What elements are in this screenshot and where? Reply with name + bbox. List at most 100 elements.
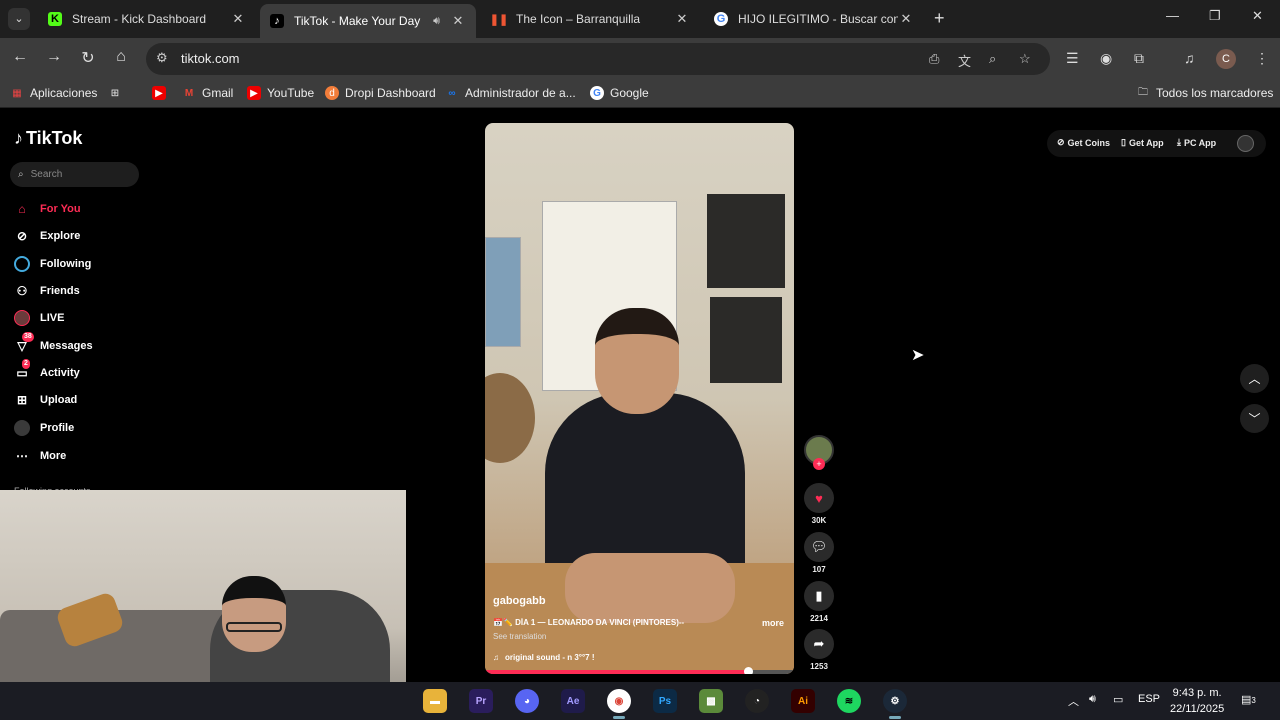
tiktok-logo[interactable]: ♪ TikTok — [14, 128, 82, 149]
speaker-icon[interactable]: 🔊︎ — [433, 15, 440, 28]
caption-more-button[interactable]: more — [762, 618, 784, 628]
nav-explore[interactable]: ⊘ Explore — [14, 228, 80, 244]
nav-messages[interactable]: ▽ 38 Messages — [14, 332, 93, 354]
heart-icon[interactable]: ♥ — [804, 483, 834, 513]
get-coins-button[interactable]: ⊘ Get Coins — [1057, 137, 1110, 148]
network-icon[interactable]: ▭ — [1113, 693, 1123, 706]
translate-icon[interactable]: 文 — [958, 51, 971, 70]
address-bar[interactable]: ⚙ tiktok.com ⎙ 文 ⌕ ☆ — [146, 43, 1050, 75]
tab-search-button[interactable]: ⌄ — [8, 8, 30, 30]
bookmark-star-icon[interactable]: ☆ — [1019, 51, 1031, 67]
like-action[interactable]: ♥ 30K — [804, 483, 834, 525]
tiktok-note-icon: ♪ — [14, 128, 23, 148]
home-icon[interactable]: ⌂ — [110, 48, 132, 66]
next-video-button[interactable]: ﹀ — [1240, 404, 1269, 433]
tab-the-icon[interactable]: ❚❚ The Icon – Barranquilla ✕ — [482, 4, 700, 34]
video-caption: 📅✏️ DÍA 1 — LEONARDO DA VINCI (PINTORES)… — [493, 618, 685, 627]
video-username[interactable]: gabogabb — [493, 595, 546, 607]
nav-friends[interactable]: ⚇ Friends — [14, 283, 80, 299]
follow-plus-icon[interactable]: + — [813, 458, 825, 470]
new-tab-button[interactable]: + — [934, 8, 945, 29]
zoom-icon[interactable]: ⌕ — [989, 51, 996, 67]
nav-live[interactable]: LIVE — [14, 310, 64, 326]
menu-dots-icon[interactable]: ⋮ — [1255, 50, 1269, 67]
share-icon[interactable]: ➦ — [804, 629, 834, 659]
tray-chevron-icon[interactable]: ︿ — [1068, 693, 1079, 709]
steam-icon[interactable]: ⚙ — [883, 689, 907, 719]
nav-upload[interactable]: ⊞ Upload — [14, 392, 77, 408]
nav-for-you[interactable]: ⌂ For You — [14, 201, 80, 217]
obs-icon[interactable]: ◔ — [745, 689, 769, 713]
bookmark-google[interactable]: G Google — [590, 86, 649, 100]
nav-more[interactable]: ⋯ More — [14, 448, 66, 464]
video-sound[interactable]: ♫ original sound - n 3°°7 ! — [493, 653, 595, 662]
previous-video-button[interactable]: ︿ — [1240, 364, 1269, 393]
minimize-icon[interactable]: — — [1166, 8, 1179, 23]
save-count: 2214 — [810, 614, 828, 623]
close-tab-icon[interactable]: ✕ — [898, 11, 914, 27]
bookmark-youtube[interactable]: ▶ YouTube — [247, 86, 314, 100]
minecraft-icon[interactable]: ▩ — [699, 689, 723, 713]
see-translation-link[interactable]: See translation — [493, 632, 546, 641]
search-icon: ⌕ — [18, 169, 24, 180]
pc-app-button[interactable]: ⤓ PC App — [1177, 137, 1216, 148]
comment-icon[interactable]: 💬︎ — [804, 532, 834, 562]
close-tab-icon[interactable]: ✕ — [450, 13, 466, 29]
forward-icon[interactable]: → — [43, 48, 65, 66]
comment-action[interactable]: 💬︎ 107 — [804, 532, 834, 574]
tab-google-search[interactable]: G HIJO ILEGITIMO - Buscar con G ✕ — [704, 4, 924, 34]
nav-label: Messages — [40, 340, 93, 352]
profile-icon — [14, 420, 30, 436]
video-progress-bar[interactable] — [485, 667, 794, 674]
get-app-button[interactable]: ▯ Get App — [1121, 137, 1164, 148]
tab-kick[interactable]: K Stream - Kick Dashboard ✕ — [38, 4, 256, 34]
reload-icon[interactable]: ↻ — [77, 48, 99, 68]
volume-icon[interactable]: 🔊︎ — [1089, 693, 1096, 706]
install-app-icon[interactable]: ⎙ — [929, 51, 939, 67]
close-tab-icon[interactable]: ✕ — [230, 11, 246, 27]
notifications-icon[interactable]: ▤3 — [1241, 693, 1256, 706]
site-info-icon[interactable]: ⚙ — [156, 50, 168, 66]
restore-icon[interactable]: ❐ — [1209, 8, 1221, 24]
language-indicator[interactable]: ESP — [1138, 693, 1160, 705]
bookmark-apps[interactable]: ▦ Aplicaciones — [10, 86, 97, 100]
nav-activity[interactable]: ▭ 2 Activity — [14, 359, 80, 381]
nav-following[interactable]: Following — [14, 256, 91, 272]
extensions-puzzle-icon[interactable]: ⧉ — [1134, 50, 1144, 67]
nav-profile[interactable]: Profile — [14, 420, 74, 436]
profile-avatar[interactable]: C — [1216, 49, 1236, 69]
share-action[interactable]: ➦ 1253 — [804, 629, 834, 671]
save-action[interactable]: ▮ 2214 — [804, 581, 834, 623]
extension-icon[interactable]: ◉ — [1100, 50, 1112, 67]
back-icon[interactable]: ← — [9, 48, 31, 66]
discord-icon[interactable]: ◕ — [515, 689, 539, 713]
file-explorer-icon[interactable]: ▬ — [423, 689, 447, 713]
user-avatar[interactable] — [1237, 135, 1254, 152]
photoshop-icon[interactable]: Ps — [653, 689, 677, 713]
all-bookmarks[interactable]: 🗀︎ Todos los marcadores — [1136, 86, 1273, 100]
video-player[interactable]: gabogabb 📅✏️ DÍA 1 — LEONARDO DA VINCI (… — [485, 123, 794, 674]
reading-list-icon[interactable]: ☰ — [1066, 50, 1079, 67]
tab-tiktok[interactable]: ♪ TikTok - Make Your Day 🔊︎ ✕ — [260, 4, 476, 38]
close-tab-icon[interactable]: ✕ — [674, 11, 690, 27]
spotify-icon[interactable]: ≋ — [837, 689, 861, 713]
bookmark-youtube-icon-only[interactable]: ▶ — [152, 86, 172, 100]
search-input[interactable]: ⌕ Search — [10, 162, 139, 187]
creator-face — [595, 308, 679, 414]
premiere-pro-icon[interactable]: Pr — [469, 689, 493, 713]
progress-knob[interactable] — [743, 667, 753, 674]
media-control-icon[interactable]: ♫ — [1184, 50, 1195, 66]
clock[interactable]: 9:43 p. m. 22/11/2025 — [1170, 685, 1224, 717]
chrome-icon[interactable]: ◉ — [607, 689, 631, 719]
bookmark-icon[interactable]: ▮ — [804, 581, 834, 611]
bookmark-dropi[interactable]: d Dropi Dashboard — [325, 86, 436, 100]
all-bookmarks-label: Todos los marcadores — [1156, 86, 1274, 100]
url-text[interactable]: tiktok.com — [181, 51, 240, 66]
after-effects-icon[interactable]: Ae — [561, 689, 585, 713]
illustrator-icon[interactable]: Ai — [791, 689, 815, 713]
bookmark-grid[interactable]: ⊞ — [108, 86, 128, 100]
bookmark-gmail[interactable]: M Gmail — [182, 86, 234, 100]
bookmark-meta[interactable]: ∞ Administrador de a... — [445, 86, 575, 100]
close-window-icon[interactable]: ✕ — [1252, 8, 1263, 24]
notifications-count: 3 — [1251, 696, 1256, 705]
